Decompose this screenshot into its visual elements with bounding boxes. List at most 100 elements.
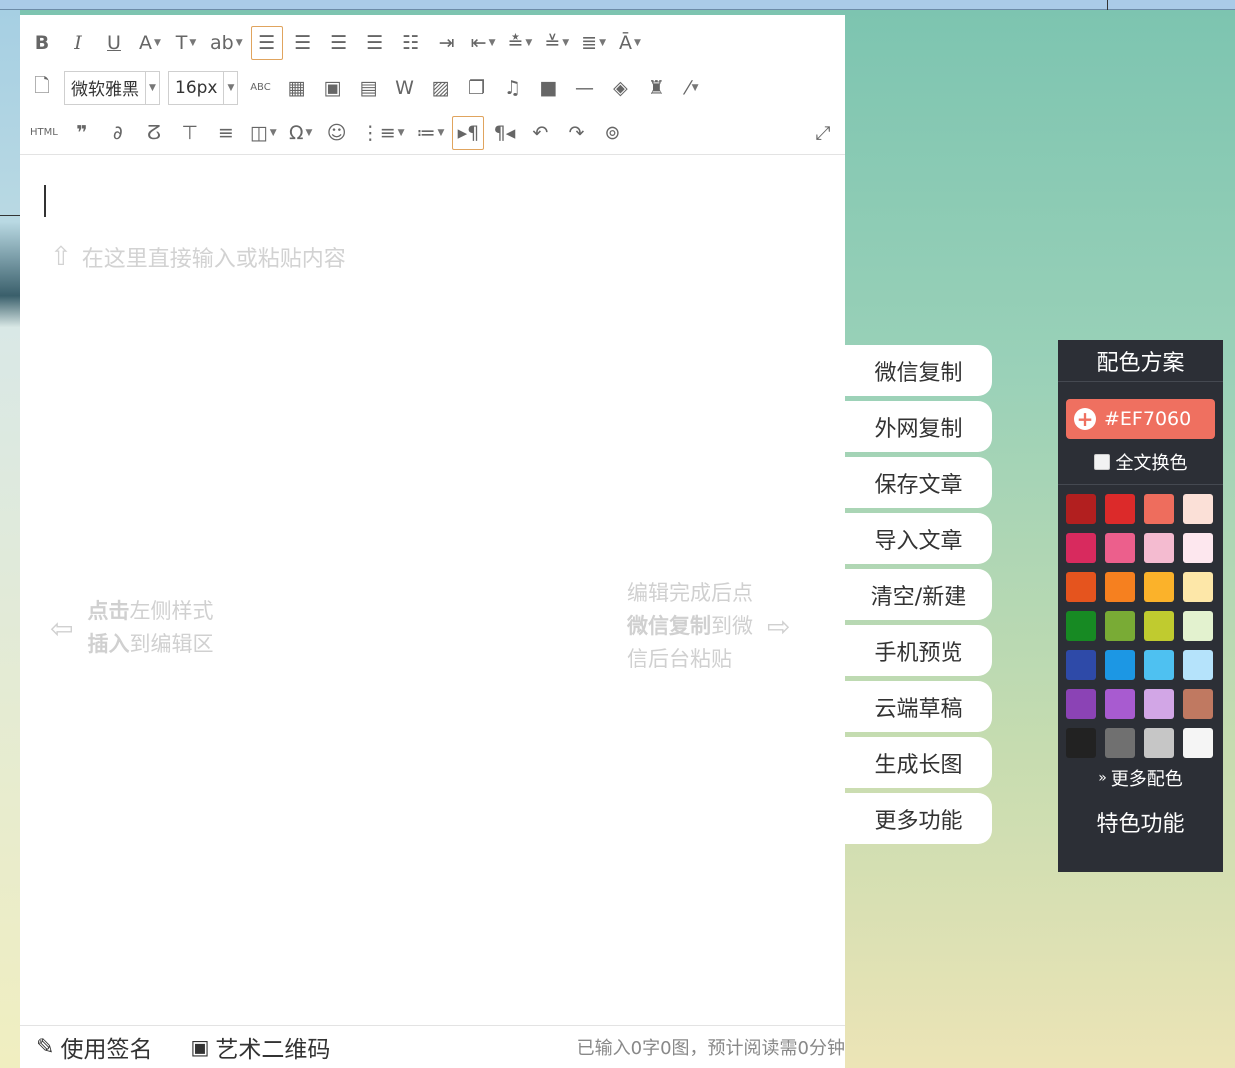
side-button-8[interactable]: 更多功能 xyxy=(845,793,992,844)
color-swatch[interactable] xyxy=(1066,728,1096,758)
color-swatch[interactable] xyxy=(1066,689,1096,719)
insert-word-button[interactable]: W xyxy=(388,71,420,105)
color-swatch[interactable] xyxy=(1183,611,1213,641)
insert-table-button[interactable]: ▦ xyxy=(280,71,312,105)
color-swatch[interactable] xyxy=(1144,494,1174,524)
more-colors-button[interactable]: » 更多配色 xyxy=(1058,758,1223,798)
color-swatch[interactable] xyxy=(1105,572,1135,602)
page-break-button[interactable]: ⊤ xyxy=(174,116,206,150)
color-swatch[interactable] xyxy=(1105,689,1135,719)
color-swatch[interactable] xyxy=(1183,533,1213,563)
html-source-icon: HTML xyxy=(30,127,58,138)
row-spacing-bottom-button[interactable]: ≚ ▼ xyxy=(540,26,573,60)
side-button-7[interactable]: 生成长图 xyxy=(845,737,992,788)
color-swatch[interactable] xyxy=(1183,494,1213,524)
horizontal-rule-button[interactable]: — xyxy=(568,71,600,105)
line-height-button[interactable]: ≣ ▼ xyxy=(577,26,610,60)
color-swatch[interactable] xyxy=(1105,494,1135,524)
font-color-button[interactable]: A ▼ xyxy=(134,26,166,60)
magic-wand-button[interactable]: ⁄ ▼ xyxy=(676,71,708,105)
current-color-button[interactable]: + #EF7060 xyxy=(1066,399,1215,439)
format-brush-button[interactable]: ♜ xyxy=(640,71,672,105)
underline-button[interactable]: U xyxy=(98,26,130,60)
apply-all-color-checkbox[interactable]: 全文换色 xyxy=(1058,439,1223,485)
redo-button[interactable]: ↷ xyxy=(560,116,592,150)
insert-excel-button[interactable]: ▤ xyxy=(352,71,384,105)
side-button-4[interactable]: 清空/新建 xyxy=(845,569,992,620)
indent-button[interactable]: ⇥ xyxy=(431,26,463,60)
ordered-list-button[interactable]: ⋮≡ ▼ xyxy=(357,116,409,150)
italic-button[interactable]: I xyxy=(62,26,94,60)
letter-spacing-icon: Ā xyxy=(619,31,633,54)
font-size-select[interactable]: 16px ▼ xyxy=(168,70,239,105)
side-button-6[interactable]: 云端草稿 xyxy=(845,681,992,732)
link-button[interactable]: ∂ xyxy=(102,116,134,150)
font-family-select[interactable]: 微软雅黑 ▼ xyxy=(64,70,160,105)
paragraph-format-button[interactable]: ≡ xyxy=(210,116,242,150)
side-button-3[interactable]: 导入文章 xyxy=(845,513,992,564)
unlink-button[interactable]: ⵒ xyxy=(138,116,170,150)
insert-excel-icon: ▤ xyxy=(359,76,378,99)
align-right-button[interactable]: ☰ xyxy=(323,26,355,60)
special-char-button[interactable]: Ω ▼ xyxy=(285,116,317,150)
insert-music-button[interactable]: ♫ xyxy=(496,71,528,105)
color-swatch[interactable] xyxy=(1066,494,1096,524)
outdent-button[interactable]: ⇤ ▼ xyxy=(467,26,500,60)
find-replace-button[interactable]: ⊚ xyxy=(596,116,628,150)
insert-video-button[interactable]: ■ xyxy=(532,71,564,105)
spell-check-button[interactable]: ABC xyxy=(244,71,276,105)
editor-content-area[interactable]: ⇧ 在这里直接输入或粘贴内容 ⇦ 点击左侧样式 插入到编辑区 编辑完成后点 微信… xyxy=(20,155,845,1025)
align-justify-button[interactable]: ☰ xyxy=(359,26,391,60)
color-swatch[interactable] xyxy=(1066,611,1096,641)
side-button-2[interactable]: 保存文章 xyxy=(845,457,992,508)
clear-format-button[interactable]: ◈ xyxy=(604,71,636,105)
color-swatch[interactable] xyxy=(1144,650,1174,680)
align-center-button[interactable]: ☰ xyxy=(287,26,319,60)
font-border-button[interactable]: T ▼ xyxy=(170,26,202,60)
bold-button[interactable]: B xyxy=(26,26,58,60)
align-left-button[interactable]: ☰ xyxy=(250,25,283,60)
hint-left-bold-2: 插入 xyxy=(87,632,130,656)
color-swatch[interactable] xyxy=(1183,572,1213,602)
row-spacing-top-button[interactable]: ≛ ▼ xyxy=(503,26,536,60)
insert-frame-button[interactable]: ▣ xyxy=(316,71,348,105)
side-button-0[interactable]: 微信复制 xyxy=(845,345,992,396)
template-button[interactable]: ◫ ▼ xyxy=(246,116,281,150)
fullscreen-button[interactable]: ⤢ xyxy=(807,116,839,150)
color-swatch[interactable] xyxy=(1066,650,1096,680)
use-signature-button[interactable]: ✎ 使用签名 xyxy=(36,1030,152,1064)
insert-image-button[interactable]: ▨ xyxy=(424,71,456,105)
rtl-direction-button[interactable]: ¶◂ xyxy=(488,116,520,150)
unordered-list-button[interactable]: ≔ ▼ xyxy=(413,116,449,150)
color-swatch[interactable] xyxy=(1066,533,1096,563)
blockquote-button[interactable]: ❞ xyxy=(66,116,98,150)
side-button-1[interactable]: 外网复制 xyxy=(845,401,992,452)
color-swatch[interactable] xyxy=(1144,533,1174,563)
insert-multi-image-button[interactable]: ❐ xyxy=(460,71,492,105)
color-swatch[interactable] xyxy=(1105,650,1135,680)
new-document-icon[interactable]: 🗋 xyxy=(26,71,58,105)
undo-button[interactable]: ↶ xyxy=(524,116,556,150)
hint-right-text-3: 信后台粘贴 xyxy=(627,647,732,671)
color-swatch[interactable] xyxy=(1144,689,1174,719)
ltr-direction-button[interactable]: ▸¶ xyxy=(452,115,485,150)
special-features-button[interactable]: 特色功能 xyxy=(1058,798,1223,846)
html-source-button[interactable]: HTML xyxy=(26,116,62,150)
color-swatch[interactable] xyxy=(1183,650,1213,680)
color-swatch[interactable] xyxy=(1144,611,1174,641)
color-swatch[interactable] xyxy=(1105,728,1135,758)
emoji-button[interactable]: ☺ xyxy=(321,116,353,150)
art-qrcode-button[interactable]: ▣ 艺术二维码 xyxy=(190,1030,330,1064)
side-button-5[interactable]: 手机预览 xyxy=(845,625,992,676)
color-swatch[interactable] xyxy=(1105,533,1135,563)
letter-spacing-button[interactable]: Ā ▼ xyxy=(614,26,646,60)
color-swatch[interactable] xyxy=(1105,611,1135,641)
color-swatch[interactable] xyxy=(1144,728,1174,758)
color-swatch[interactable] xyxy=(1183,689,1213,719)
right-copy-hint: 编辑完成后点 微信复制到微 信后台粘贴 ⇨ xyxy=(627,577,790,676)
align-middle-button[interactable]: ☷ xyxy=(395,26,427,60)
color-swatch[interactable] xyxy=(1183,728,1213,758)
color-swatch[interactable] xyxy=(1066,572,1096,602)
color-swatch[interactable] xyxy=(1144,572,1174,602)
background-color-button[interactable]: ab ▼ xyxy=(206,26,247,60)
